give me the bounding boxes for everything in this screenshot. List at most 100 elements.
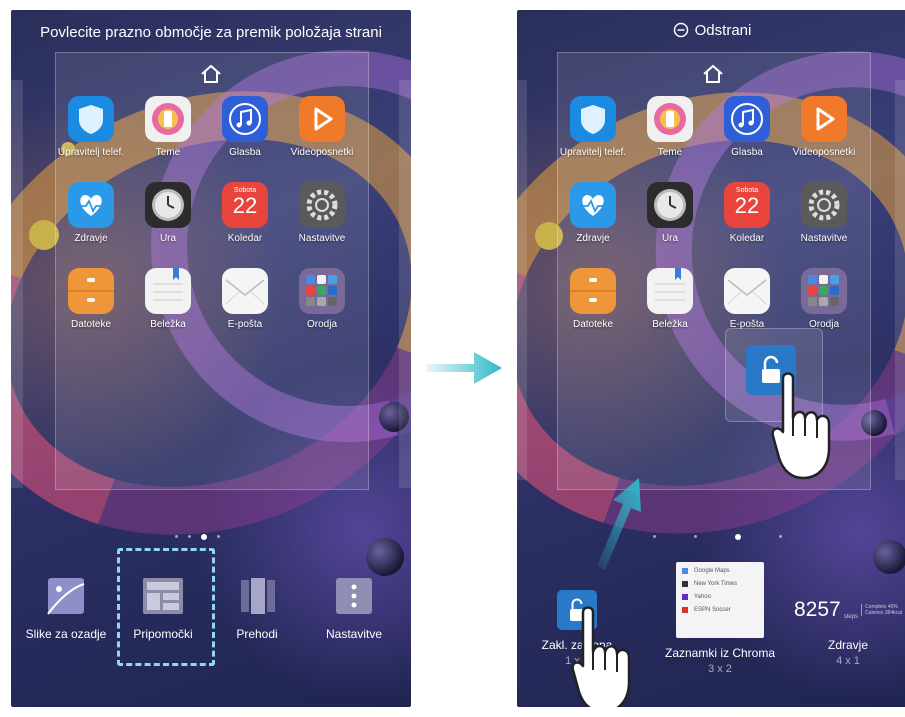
bookmarks-widget-preview: Google Maps New York Times Yahoo ESPN So…	[676, 562, 764, 638]
app-label: E-pošta	[227, 319, 263, 330]
app-gear[interactable]: Nastavitve	[286, 182, 358, 244]
app-shield[interactable]: Upravitelj telef.	[557, 96, 629, 158]
bookmark-item: Google Maps	[694, 568, 730, 574]
steps-note: Calories 384kcal	[865, 610, 903, 616]
page-dot-active[interactable]	[201, 534, 207, 540]
maps-icon	[682, 568, 688, 574]
app-label: Orodja	[306, 319, 337, 330]
app-music-note[interactable]: Glasba	[209, 96, 281, 158]
app-label: Ura	[661, 233, 679, 244]
bookmark-item: New York Times	[694, 581, 738, 587]
app-label: Datoteke	[70, 319, 112, 330]
app-label: Nastavitve	[298, 233, 346, 244]
app-brush[interactable]: Teme	[132, 96, 204, 158]
brush-icon	[647, 96, 693, 142]
app-gear[interactable]: Nastavitve	[788, 182, 860, 244]
app-label: Koledar	[227, 233, 263, 244]
app-label: Videoposnetki	[290, 147, 354, 158]
widget-health[interactable]: 8257 steps Complete 40% Calories 384kcal…	[789, 590, 905, 667]
mail-icon	[222, 268, 268, 314]
notepad-icon	[647, 268, 693, 314]
play-icon	[299, 96, 345, 142]
app-label: Datoteke	[572, 319, 614, 330]
widget-health-size: 4 x 1	[836, 655, 860, 667]
app-folder[interactable]: Datoteke	[55, 268, 127, 330]
page-dot[interactable]	[217, 535, 220, 538]
app-label: Zdravje	[74, 233, 108, 244]
bookmark-item: ESPN Soccer	[694, 607, 731, 613]
wallpapers-button[interactable]: Slike za ozadje	[19, 576, 113, 641]
notepad-icon	[145, 268, 191, 314]
app-calendar[interactable]: Sobota 22 Koledar	[209, 182, 281, 244]
folder-icon	[570, 268, 616, 314]
page-dot-active[interactable]	[735, 534, 741, 540]
minus-circle-icon	[673, 22, 688, 38]
app-label: Ura	[159, 233, 177, 244]
page-dot[interactable]	[779, 535, 782, 538]
health-widget-preview: 8257 steps Complete 40% Calories 384kcal	[789, 590, 905, 630]
mail-icon	[724, 268, 770, 314]
app-notepad[interactable]: Beležka	[634, 268, 706, 330]
app-label: Videoposnetki	[792, 147, 856, 158]
calendar-icon: Sobota 22	[724, 182, 770, 228]
app-folder-grid[interactable]: Orodja	[788, 268, 860, 330]
music-note-icon	[724, 96, 770, 142]
next-page-preview[interactable]	[399, 80, 411, 488]
app-label: Glasba	[731, 147, 763, 158]
wallpaper-icon	[47, 578, 85, 615]
app-brush[interactable]: Teme	[634, 96, 706, 158]
previous-page-preview[interactable]	[11, 80, 23, 488]
shield-icon	[570, 96, 616, 142]
heart-pulse-icon	[570, 182, 616, 228]
page-dot[interactable]	[694, 535, 697, 538]
app-label: Teme	[657, 147, 683, 158]
app-label: Zdravje	[576, 233, 610, 244]
settings-label: Nastavitve	[325, 627, 383, 641]
left-screen: Povlecite prazno območje za premik polož…	[11, 10, 411, 707]
app-folder[interactable]: Datoteke	[557, 268, 629, 330]
app-mail[interactable]: E-pošta	[711, 268, 783, 330]
app-heart-pulse[interactable]: Zdravje	[55, 182, 127, 244]
folder-icon	[68, 268, 114, 314]
app-notepad[interactable]: Beležka	[132, 268, 204, 330]
app-label: Beležka	[652, 319, 688, 330]
page-dot[interactable]	[188, 535, 191, 538]
settings-dots-icon	[336, 578, 372, 614]
app-mail[interactable]: E-pošta	[209, 268, 281, 330]
app-clock[interactable]: Ura	[132, 182, 204, 244]
app-play[interactable]: Videoposnetki	[788, 96, 860, 158]
calendar-date: 22	[734, 193, 760, 218]
app-heart-pulse[interactable]: Zdravje	[557, 182, 629, 244]
app-label: Beležka	[150, 319, 186, 330]
transitions-label: Prehodi	[236, 627, 278, 641]
settings-button[interactable]: Nastavitve	[307, 576, 401, 641]
app-clock[interactable]: Ura	[634, 182, 706, 244]
remove-zone[interactable]: Odstrani	[517, 22, 905, 39]
app-folder-grid[interactable]: Orodja	[286, 268, 358, 330]
next-page-preview[interactable]	[895, 80, 905, 480]
remove-label: Odstrani	[694, 22, 752, 39]
transitions-button[interactable]: Prehodi	[215, 576, 299, 641]
home-icon[interactable]	[702, 64, 724, 84]
calendar-date: 22	[232, 193, 258, 218]
previous-page-preview[interactable]	[517, 80, 527, 480]
folder-grid-icon	[801, 268, 847, 314]
app-calendar[interactable]: Sobota 22 Koledar	[711, 182, 783, 244]
home-icon[interactable]	[200, 64, 222, 84]
folder-grid-icon	[299, 268, 345, 314]
gear-icon	[801, 182, 847, 228]
planet-2	[873, 540, 905, 574]
app-label: Teme	[155, 147, 181, 158]
app-music-note[interactable]: Glasba	[711, 96, 783, 158]
app-label: Upravitelj telef.	[57, 147, 125, 158]
page-dot[interactable]	[175, 535, 178, 538]
page-dot[interactable]	[653, 535, 656, 538]
app-shield[interactable]: Upravitelj telef.	[55, 96, 127, 158]
app-label: Nastavitve	[800, 233, 848, 244]
planet-2	[366, 538, 404, 576]
app-label: Upravitelj telef.	[559, 147, 627, 158]
play-icon	[801, 96, 847, 142]
heart-pulse-icon	[68, 182, 114, 228]
app-play[interactable]: Videoposnetki	[286, 96, 358, 158]
widget-chrome-bookmarks[interactable]: Google Maps New York Times Yahoo ESPN So…	[645, 562, 795, 675]
